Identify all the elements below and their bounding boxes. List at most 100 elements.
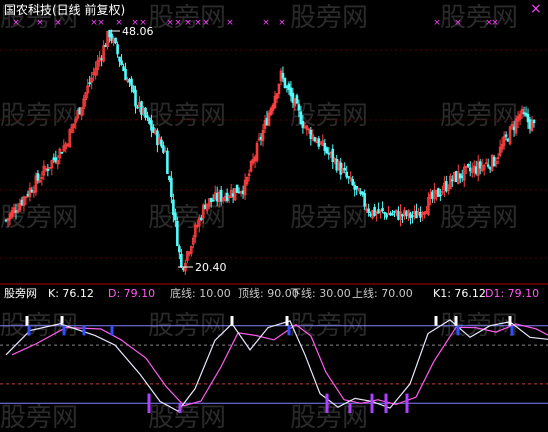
chart-title: 国农科技(日线 前复权)	[4, 3, 126, 17]
candle-down	[389, 212, 392, 216]
candle-down	[124, 68, 127, 81]
signal-bar	[405, 393, 409, 413]
candle-down	[287, 83, 291, 91]
candle-down	[166, 150, 169, 174]
signal-bar	[82, 325, 86, 336]
watermark-text: 股旁网	[0, 101, 78, 131]
candle-down	[199, 217, 203, 220]
candle-down	[409, 213, 412, 219]
candle-down	[377, 209, 380, 214]
candle-down	[415, 210, 418, 219]
indicator-param: D: 79.10	[108, 287, 156, 300]
candle-down	[478, 161, 482, 169]
candle-down	[116, 44, 119, 55]
candle-down	[108, 29, 111, 38]
candle-down	[283, 77, 287, 88]
candle-down	[140, 101, 143, 115]
candle-down	[325, 147, 329, 154]
signal-marker: ×	[202, 18, 210, 28]
stock-chart[interactable]: 股旁网 股旁网 股旁网 股旁网股旁网 股旁网 股旁网 股旁网股旁网 股旁网 股旁网 股旁网股旁网股…	[0, 0, 548, 432]
candle-down	[152, 127, 155, 133]
candle-down	[466, 164, 470, 167]
candle-down	[168, 175, 171, 180]
watermark-layer: 股旁网 股旁网 股旁网 股旁网股旁网 股旁网 股旁网 股旁网股旁网 股旁网 股旁网 股旁网股旁网股…	[0, 3, 518, 432]
candle-down	[323, 142, 327, 151]
candle-down	[52, 157, 56, 161]
candle-down	[393, 210, 396, 213]
candle-down	[468, 167, 472, 172]
candle-down	[317, 138, 321, 147]
signal-bar	[27, 325, 31, 336]
watermark-text: 股旁网	[440, 203, 518, 233]
candlestick-layer	[4, 29, 536, 276]
watermark-text: 股旁网	[290, 3, 368, 33]
candle-down	[162, 145, 165, 153]
signal-marker: ×	[194, 18, 202, 28]
candle-down	[295, 95, 299, 104]
candle-down	[492, 156, 496, 167]
candle-down	[128, 79, 131, 83]
signal-marker: ×	[433, 18, 441, 28]
candle-down	[241, 190, 245, 194]
candle-down	[114, 37, 117, 44]
candle-down	[367, 208, 370, 213]
close-icon[interactable]: ×	[530, 2, 542, 16]
candle-down	[110, 33, 113, 41]
candle-down	[78, 107, 82, 115]
candle-down	[385, 213, 388, 218]
signal-bar	[110, 325, 114, 336]
signal-bar	[384, 393, 388, 413]
candle-down	[431, 191, 434, 199]
watermark-text: 股旁网	[0, 403, 78, 428]
candle-down	[60, 151, 64, 154]
candle-down	[231, 193, 235, 197]
candle-down	[512, 126, 516, 131]
indicator-param: K1: 76.12	[433, 287, 486, 300]
indicator-name: 股旁网	[4, 287, 37, 300]
candle-down	[4, 219, 8, 222]
candle-down	[439, 194, 442, 197]
candle-down	[54, 157, 58, 163]
candle-down	[156, 130, 159, 146]
candle-down	[524, 112, 528, 116]
candle-down	[26, 193, 30, 197]
candle-down	[289, 87, 293, 97]
candle-down	[335, 159, 339, 171]
candle-down	[235, 184, 239, 193]
candle-down	[172, 199, 175, 216]
watermark-text: 股旁网	[440, 3, 518, 33]
watermark-text: 股旁网	[290, 403, 368, 428]
candle-down	[343, 167, 347, 171]
candle-down	[401, 214, 404, 217]
candle-down	[355, 185, 358, 190]
candle-down	[174, 212, 177, 221]
candle-down	[405, 211, 408, 217]
candle-down	[203, 204, 207, 210]
candle-down	[460, 175, 464, 178]
signal-bar	[287, 325, 291, 336]
signal-bar	[510, 325, 514, 336]
signal-marker: ×	[184, 18, 192, 28]
candle-down	[297, 104, 301, 111]
candle-down	[488, 167, 492, 170]
candle-down	[345, 171, 349, 178]
signal-bar	[370, 393, 374, 413]
candle-down	[36, 173, 40, 181]
candle-down	[148, 117, 151, 124]
candle-down	[46, 168, 50, 172]
signal-marker: ×	[278, 18, 286, 28]
signal-bar	[456, 325, 460, 336]
high-label: 48.06	[122, 25, 154, 38]
candle-down	[339, 162, 343, 175]
watermark-text: 股旁网	[148, 203, 226, 233]
signal-bar	[348, 403, 352, 413]
candle-down	[347, 176, 351, 179]
indicator-param: 上线: 70.00	[352, 287, 413, 300]
candle-down	[445, 181, 448, 192]
signal-bar	[434, 316, 438, 326]
candle-down	[419, 211, 422, 218]
candle-down	[100, 58, 103, 61]
watermark-text: 股旁网	[148, 101, 226, 131]
candle-down	[104, 44, 107, 48]
candle-down	[219, 189, 223, 202]
